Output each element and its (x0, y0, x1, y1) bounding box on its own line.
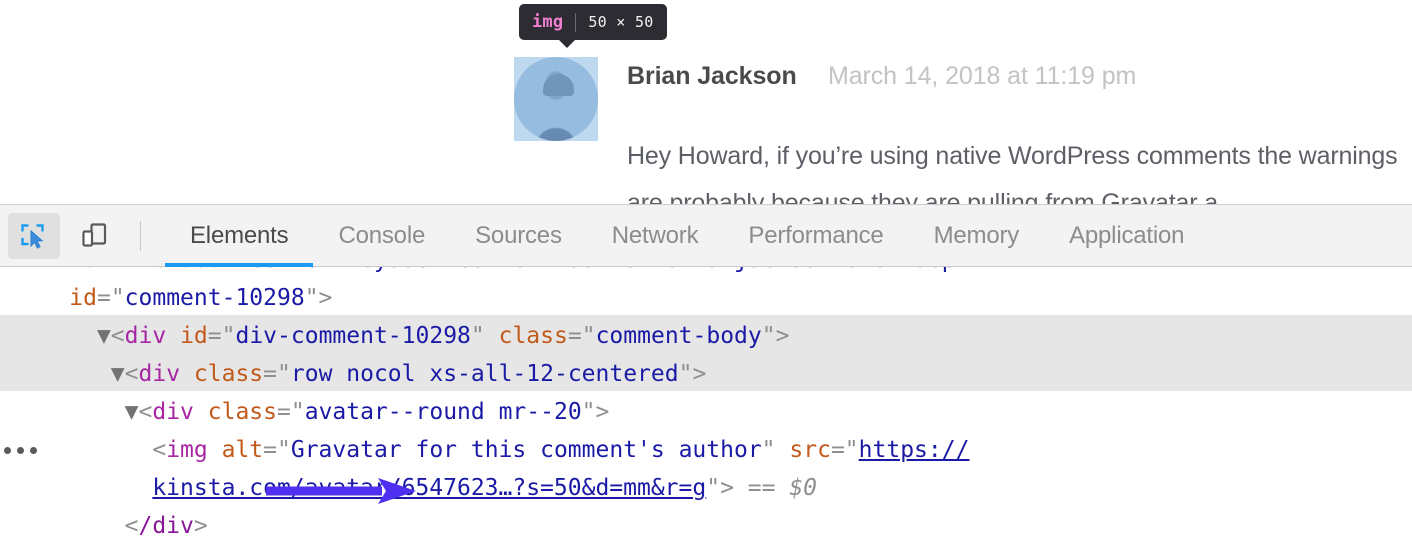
dom-line-div-close[interactable]: </div> (0, 507, 1412, 545)
attr-value-img-src-part2[interactable]: kinsta.com/avatar/6547623…?s=50&d=mm&r=g (152, 475, 706, 501)
tab-memory[interactable]: Memory (909, 205, 1044, 266)
callout-arrow (266, 478, 416, 504)
inspect-element-icon (21, 223, 44, 249)
twisty-icon[interactable]: ▼ (83, 267, 97, 273)
comment-timestamp: March 14, 2018 at 11:19 pm (828, 62, 1137, 90)
attr-alt: alt (221, 437, 264, 463)
attr-value-div-class: comment-body (595, 323, 762, 349)
twisty-icon[interactable]: ▼ (111, 361, 125, 387)
tooltip-dimensions: 50 × 50 (588, 13, 654, 31)
dom-line-li-id[interactable]: id="comment-10298"> (0, 279, 1412, 317)
more-options-ellipsis-button[interactable] (4, 431, 37, 469)
tab-elements[interactable]: Elements (165, 205, 314, 267)
attr-value-li-id: comment-10298 (124, 285, 305, 311)
ellipsis-dot (30, 446, 37, 454)
dom-line-div-comment-body[interactable]: ▼<div id="div-comment-10298" class="comm… (0, 317, 1412, 355)
inspect-element-button[interactable] (8, 212, 60, 259)
tag-name-img: img (166, 437, 208, 463)
toggle-device-toolbar-button[interactable] (68, 213, 120, 259)
dom-line-div-row[interactable]: ▼<div class="row nocol xs-all-12-centere… (0, 355, 1412, 393)
attr-class: class (152, 267, 221, 273)
tag-name-div: div (138, 361, 181, 387)
attr-id: id (69, 285, 97, 311)
attr-value-row-class: row nocol xs-all-12-centered (290, 361, 679, 387)
attr-value-div-id: div-comment-10298 (235, 323, 471, 349)
tab-performance[interactable]: Performance (723, 205, 908, 266)
dom-line-img-src[interactable]: kinsta.com/avatar/6547623…?s=50&d=mm&r=g… (0, 469, 1412, 507)
ellipsis-dot (17, 446, 24, 454)
tab-performance-label: Performance (748, 221, 884, 249)
attr-value-avatar-class: avatar--round mr--20 (304, 399, 582, 425)
tag-name-div: div (124, 323, 167, 349)
twisty-icon[interactable]: ▼ (125, 399, 139, 425)
toolbar-divider (140, 220, 141, 251)
element-highlight-tooltip: img 50 × 50 (519, 4, 667, 40)
tab-console-label: Console (338, 221, 426, 249)
ellipsis-dot (4, 446, 11, 454)
attr-class: class (498, 323, 568, 349)
tag-name-close-div: /div (138, 513, 194, 539)
comment-author-name: Brian Jackson (627, 62, 797, 90)
devtools-toolbar: Elements Console Sources Network Perform… (0, 205, 1412, 267)
attr-class: class (193, 361, 264, 387)
comment-text: Hey Howard, if you’re using native WordP… (627, 142, 1398, 204)
attr-class: class (207, 399, 277, 425)
tab-memory-label: Memory (933, 221, 1020, 249)
attr-src: src (789, 437, 831, 463)
tooltip-separator (575, 12, 577, 32)
dom-line-div-avatar[interactable]: ▼<div class="avatar--round mr--20"> (0, 393, 1412, 431)
tag-name-div: div (152, 399, 194, 425)
attr-value-img-src-part1[interactable]: https:// (859, 437, 970, 463)
tooltip-pointer (558, 39, 576, 48)
selected-node-marker: == $0 (747, 475, 818, 501)
attr-value-img-alt: Gravatar for this comment's author (290, 437, 762, 463)
attr-id: id (180, 323, 208, 349)
twisty-icon[interactable]: ▼ (97, 323, 111, 349)
devtools-panel: Elements Console Sources Network Perform… (0, 204, 1412, 552)
attr-value-li-class: comment byuser comment-author-brianjacks… (249, 267, 1011, 273)
tab-sources-label: Sources (475, 221, 562, 249)
dom-tree[interactable]: ▼<li class="comment byuser comment-autho… (0, 267, 1412, 552)
tab-application[interactable]: Application (1044, 205, 1209, 266)
tab-console[interactable]: Console (313, 205, 450, 266)
tab-sources[interactable]: Sources (450, 205, 587, 266)
tab-elements-label: Elements (190, 221, 289, 249)
element-highlight-overlay (514, 57, 598, 141)
tag-name-li: li (111, 267, 139, 273)
avatar (514, 57, 598, 141)
dom-line-li-open[interactable]: ▼<li class="comment byuser comment-autho… (0, 267, 1412, 279)
tab-network[interactable]: Network (587, 205, 724, 266)
tab-application-label: Application (1069, 221, 1185, 249)
webpage-viewport: img 50 × 50 Brian Jackson March 14, 2018… (0, 0, 1412, 204)
tab-network-label: Network (611, 221, 699, 249)
dom-line-img-open[interactable]: <img alt="Gravatar for this comment's au… (0, 431, 1412, 469)
device-toolbar-icon (82, 222, 107, 247)
devtools-tabs: Elements Console Sources Network Perform… (165, 205, 1209, 267)
tooltip-tag-name: img (532, 12, 564, 32)
